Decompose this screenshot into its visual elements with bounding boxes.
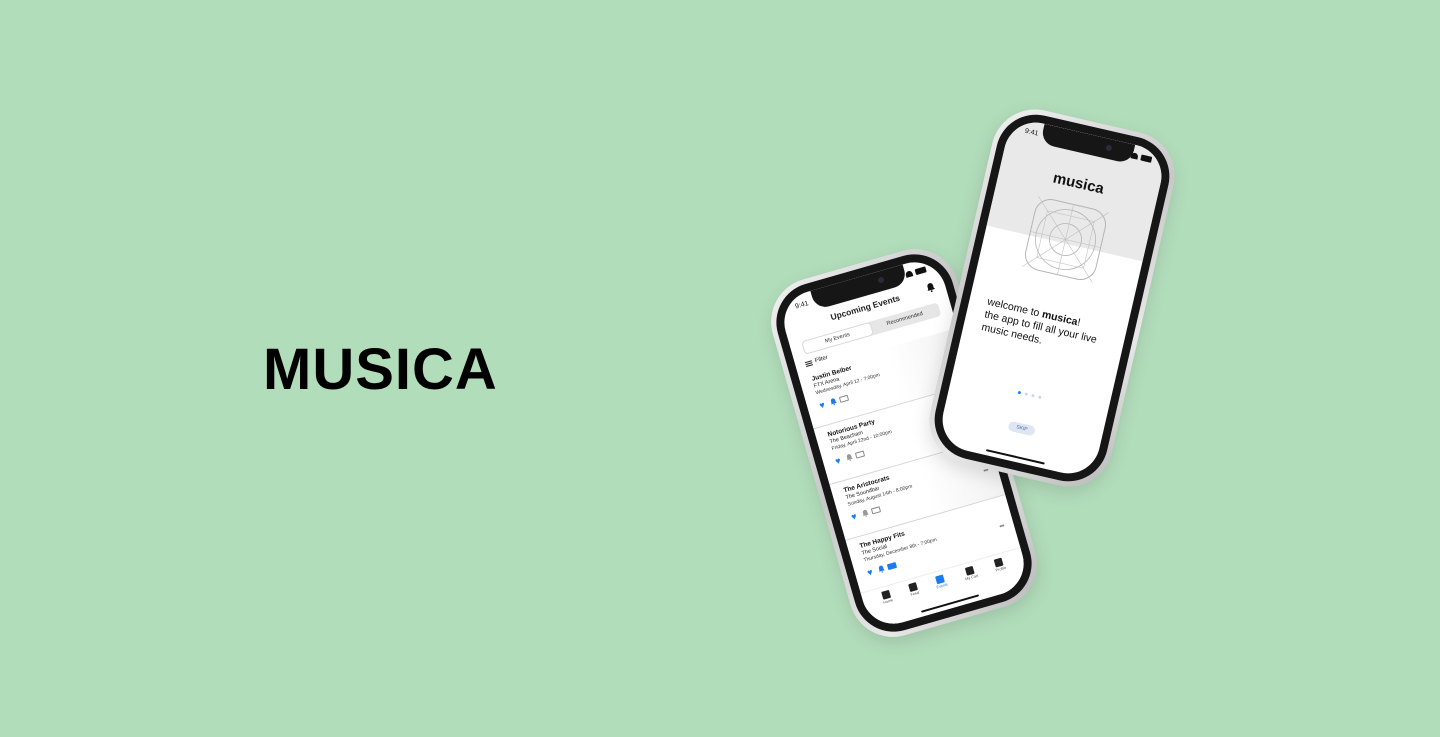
wifi-icon bbox=[904, 270, 914, 278]
ticket-icon[interactable] bbox=[886, 561, 898, 571]
app-icon-placeholder bbox=[1022, 196, 1109, 283]
page-dot[interactable] bbox=[1038, 395, 1042, 400]
bell-icon[interactable] bbox=[861, 509, 870, 519]
skip-button[interactable]: SKIP bbox=[1007, 420, 1037, 437]
welcome-message: welcome to musica! the app to fill all y… bbox=[980, 295, 1098, 347]
more-options-icon[interactable]: ••• bbox=[999, 523, 1005, 531]
bell-icon[interactable] bbox=[845, 453, 854, 463]
heart-icon[interactable]: ♥ bbox=[866, 567, 876, 578]
bell-icon[interactable] bbox=[877, 564, 886, 574]
welcome-screen: 9:41 musica welcome to musica! the app t… bbox=[936, 116, 1168, 480]
tab-home[interactable]: Home bbox=[880, 589, 899, 625]
home-indicator bbox=[985, 449, 1045, 465]
heart-icon[interactable]: ♥ bbox=[850, 511, 860, 522]
filter-label: Filter bbox=[814, 354, 829, 365]
battery-icon bbox=[914, 266, 927, 276]
battery-icon bbox=[1140, 154, 1153, 163]
status-time: 9:41 bbox=[1024, 127, 1040, 138]
status-time: 9:41 bbox=[794, 299, 810, 311]
bell-icon[interactable] bbox=[829, 397, 838, 407]
ticket-icon[interactable] bbox=[870, 506, 882, 515]
page-indicator bbox=[1017, 390, 1042, 400]
welcome-phone-mockup: 9:41 musica welcome to musica! the app t… bbox=[920, 100, 1184, 496]
page-dot[interactable] bbox=[1024, 392, 1029, 396]
page-dot[interactable] bbox=[1017, 390, 1022, 395]
filter-icon bbox=[804, 359, 813, 367]
heart-icon[interactable]: ♥ bbox=[818, 400, 828, 411]
ticket-icon[interactable] bbox=[854, 450, 866, 459]
brand-title: MUSICA bbox=[263, 337, 498, 402]
page-dot[interactable] bbox=[1031, 393, 1035, 398]
tab-profile[interactable]: Profile bbox=[993, 557, 1013, 594]
heart-icon[interactable]: ♥ bbox=[834, 455, 844, 466]
tab-feed[interactable]: Feed bbox=[908, 582, 926, 618]
ticket-icon[interactable] bbox=[838, 394, 850, 403]
